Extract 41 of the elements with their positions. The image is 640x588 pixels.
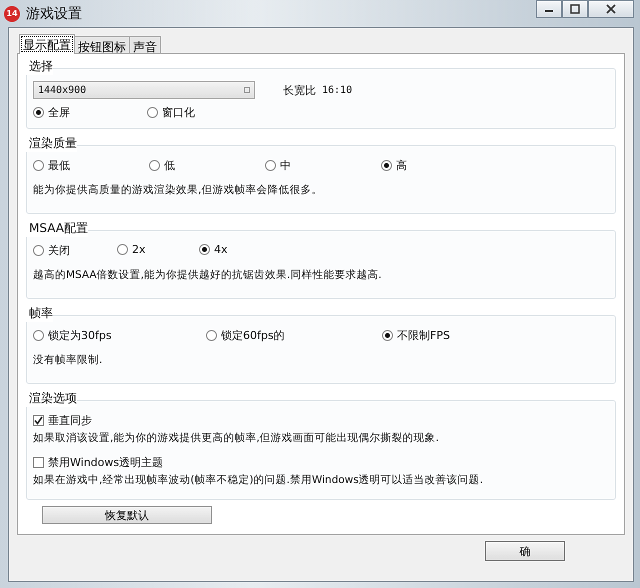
close-icon	[605, 4, 617, 14]
maximize-icon	[569, 4, 581, 14]
radio-option[interactable]: 窗口化	[147, 105, 195, 120]
group-title: 帧率	[26, 305, 53, 322]
radio-option[interactable]: 关闭	[33, 243, 117, 258]
resolution-dropdown[interactable]: 1440x900	[33, 81, 255, 99]
group-title: 渲染质量	[26, 135, 77, 152]
radio-option[interactable]: 锁定60fps的	[206, 328, 382, 343]
description-text: 如果取消该设置,能为你的游戏提供更高的帧率,但游戏画面可能出现偶尔撕裂的现象.	[33, 431, 440, 445]
description-text: 能为你提供高质量的游戏渲染效果,但游戏帧率会降低很多。	[33, 183, 324, 197]
radio-option[interactable]: 中	[265, 158, 381, 173]
tab[interactable]: 按钮图标	[74, 36, 130, 54]
aspect-value: 16:10	[322, 84, 352, 96]
group-title: MSAA配置	[26, 220, 88, 237]
radio-option[interactable]: 4x	[199, 243, 299, 256]
close-button[interactable]	[588, 0, 634, 18]
dropdown-icon	[244, 87, 250, 93]
confirm-button[interactable]: 确	[485, 541, 565, 561]
group-title: 渲染选项	[26, 390, 77, 407]
radio-option[interactable]: 低	[149, 158, 265, 173]
app-icon: 14	[4, 6, 20, 22]
radio-option[interactable]: 锁定为30fps	[33, 328, 206, 343]
minimize-button[interactable]	[536, 0, 562, 18]
radio-option[interactable]: 高	[381, 158, 497, 173]
maximize-button[interactable]	[562, 0, 588, 18]
checkbox-option[interactable]: 垂直同步	[33, 413, 92, 428]
aspect-label: 长宽比	[283, 82, 316, 98]
description-text: 没有帧率限制.	[33, 353, 104, 367]
tab[interactable]: 显示配置	[19, 34, 75, 54]
radio-option[interactable]: 全屏	[33, 105, 147, 120]
radio-option[interactable]: 最低	[33, 158, 149, 173]
checkmark-icon	[34, 416, 43, 425]
group-title: 选择	[26, 58, 53, 75]
description-text: 如果在游戏中,经常出现帧率波动(帧率不稳定)的问题.禁用Windows透明可以适当改善该问题.	[33, 473, 484, 487]
reset-button[interactable]: 恢复默认	[42, 506, 212, 524]
description-text: 越高的MSAA倍数设置,能为你提供越好的抗锯齿效果.同样性能要求越高.	[33, 268, 383, 282]
radio-option[interactable]: 不限制FPS	[382, 328, 532, 343]
radio-option[interactable]: 2x	[117, 243, 199, 256]
window-title: 游戏设置	[26, 4, 82, 22]
tab[interactable]: 声音	[129, 36, 161, 54]
checkbox-option[interactable]: 禁用Windows透明主题	[33, 455, 164, 470]
